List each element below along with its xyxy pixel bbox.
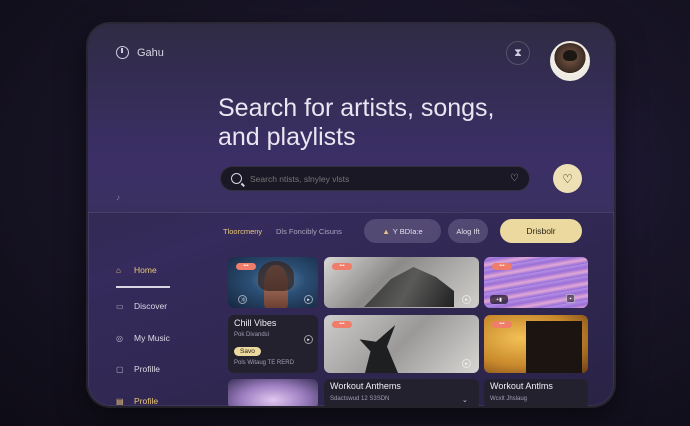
home-icon: ⌂	[116, 265, 121, 275]
tag-badge: •••	[492, 321, 512, 328]
playlist-card-chill-vibes[interactable]: Chill Vibes Pok Divandsl Savo Pols Witau…	[228, 315, 318, 373]
pill-label: Y BDIa:e	[392, 226, 423, 236]
playlist-card-singer[interactable]: •••	[484, 315, 588, 373]
profile-icon: ▢	[116, 364, 124, 374]
play-icon[interactable]: ▸	[304, 335, 313, 344]
share-icon[interactable]: ⤨	[238, 295, 247, 304]
playlist-card-portrait[interactable]: ••• ⤨ ▸	[228, 257, 318, 308]
card-title: Workout Anthems	[330, 381, 401, 391]
filter-link-2[interactable]: Dls Foncibly Cisuns	[276, 227, 342, 236]
expand-icon[interactable]: ⌄	[462, 396, 468, 404]
card-title: Chill Vibes	[234, 318, 277, 328]
title-line-2: and playlists	[218, 123, 356, 151]
artist-hair	[258, 261, 294, 291]
dancer-image	[359, 325, 398, 373]
sidebar-item-label: Discover	[134, 301, 168, 311]
brand-name: Gahu	[137, 46, 164, 59]
favorites-button[interactable]: ♡	[553, 164, 582, 193]
sidebar-item-profile[interactable]: ▤ Profile	[116, 396, 158, 406]
compass-icon: ▭	[116, 301, 124, 311]
card-subtitle: Wcxlt Jhslaug	[490, 396, 528, 402]
sidebar-item-discover[interactable]: ▭ Discover	[116, 301, 167, 311]
filter-pill-1[interactable]: ▲ Y BDIa:e	[364, 219, 441, 243]
sidebar-item-label: Profile	[134, 396, 159, 406]
hourglass-icon[interactable]: ⧗	[506, 41, 530, 65]
title-line-1: Search for artists, songs,	[218, 94, 495, 122]
filter-link-1[interactable]: Tloorcmeny	[223, 227, 262, 236]
sidebar-item-home[interactable]: ⌂ Home	[116, 265, 157, 275]
card-title: Workout Antlms	[490, 381, 553, 391]
filter-pill-3[interactable]: Drisbolr	[500, 219, 582, 243]
profile-icon: ▤	[116, 396, 124, 406]
tag-badge: •••	[332, 321, 352, 328]
clock-icon	[116, 46, 129, 59]
sidebar-item-label: Profille	[134, 364, 160, 374]
bell-icon: ▲	[382, 226, 390, 236]
sidebar: ⌂ Home ▭ Discover ◎ My Music ▢ Profille …	[88, 213, 216, 406]
card-meta: Pols Witaug TE RERD	[234, 360, 294, 366]
play-icon[interactable]: ▸	[304, 295, 313, 304]
tag-badge: •••	[492, 263, 512, 270]
playlist-card-workout-anthems[interactable]: Workout Anthems Sdactswud 12 S3SDN ⌄	[324, 379, 479, 406]
card-subtitle: Pok Divandsl	[234, 332, 270, 338]
pill-label: Alog Ift	[456, 226, 480, 236]
playlist-card-nature[interactable]: ••• ▸	[324, 257, 479, 308]
heart-icon[interactable]: ♡	[510, 173, 519, 184]
active-indicator	[116, 286, 170, 288]
tree-image	[364, 267, 454, 307]
card-subtitle: Sdactswud 12 S3SDN	[330, 396, 390, 402]
filter-pill-2[interactable]: Alog Ift	[448, 219, 488, 243]
note-icon: ♪	[116, 193, 120, 202]
user-avatar[interactable]	[550, 41, 590, 81]
music-icon: ◎	[116, 333, 123, 343]
search-icon	[231, 173, 242, 184]
sidebar-item-label: Home	[134, 265, 157, 275]
sidebar-item-label: My Music	[134, 333, 170, 343]
app-window: Gahu ⧗ Search for artists, songs, and pl…	[88, 24, 614, 406]
playlist-card-workout-antlms[interactable]: Workout Antlms Wcxlt Jhslaug	[484, 379, 588, 406]
sidebar-item-my-music[interactable]: ◎ My Music	[116, 333, 170, 343]
heart-icon: ♡	[562, 171, 573, 186]
brand[interactable]: Gahu	[116, 46, 164, 59]
playlist-card-waves[interactable]: ••• +▮ ▪	[484, 257, 588, 308]
page-title: Search for artists, songs, and playlists	[218, 94, 528, 152]
add-icon[interactable]: +▮	[490, 295, 508, 304]
tag-badge: •••	[332, 263, 352, 270]
save-button[interactable]: Savo	[234, 347, 261, 356]
play-icon[interactable]: ▸	[462, 359, 471, 368]
playlist-card-dancer[interactable]: ••• ▸	[324, 315, 479, 373]
play-icon[interactable]: ▸	[462, 295, 471, 304]
search-bar[interactable]: ♡	[220, 166, 530, 191]
playlist-card-haze[interactable]	[228, 379, 318, 406]
search-input[interactable]	[250, 173, 500, 184]
tag-badge: •••	[236, 263, 256, 270]
menu-icon[interactable]: ▪	[566, 294, 575, 303]
sidebar-item-profille[interactable]: ▢ Profille	[116, 364, 160, 374]
pill-label: Drisbolr	[526, 226, 556, 236]
singer-image	[526, 321, 582, 373]
